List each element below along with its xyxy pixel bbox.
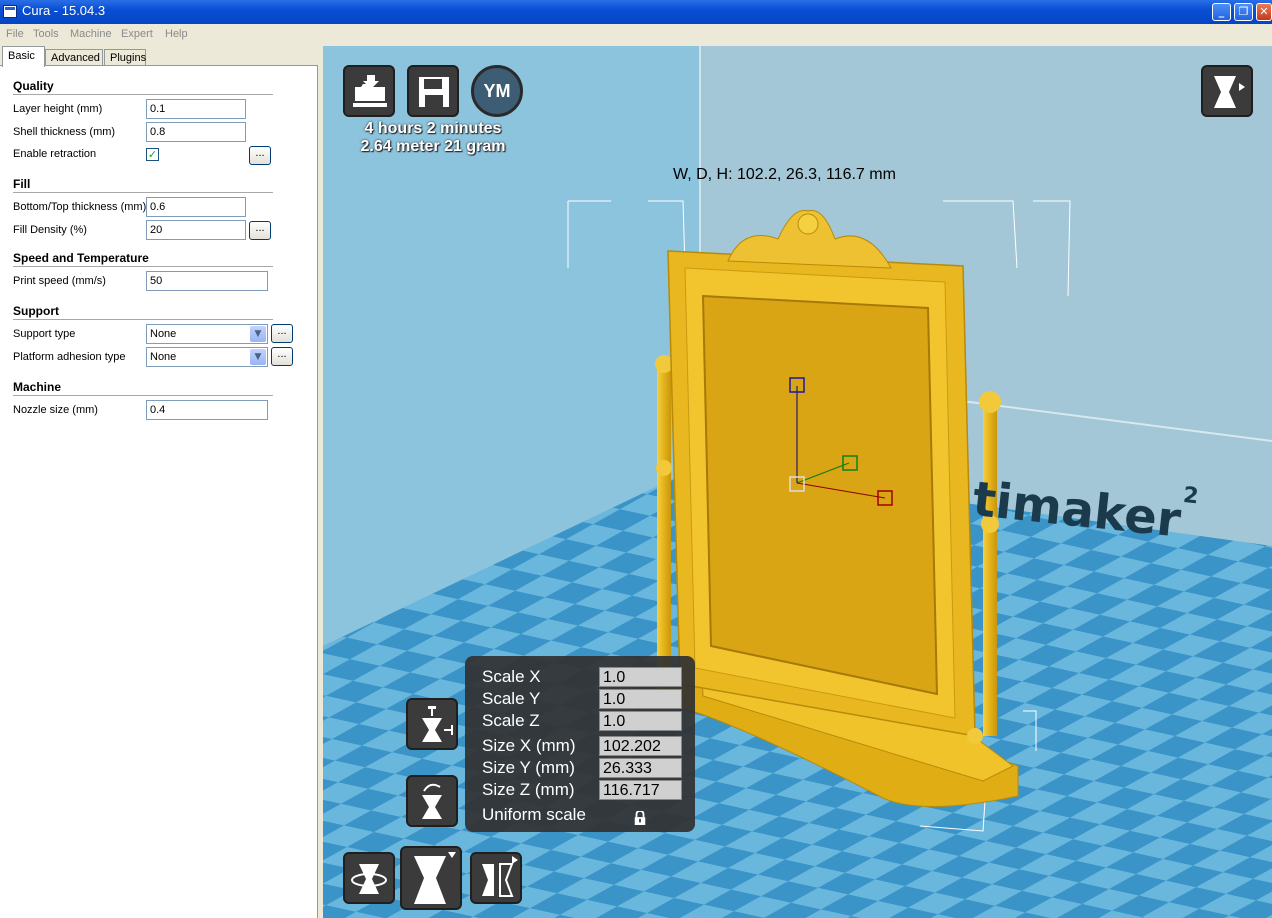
menu-machine[interactable]: Machine <box>70 28 112 40</box>
reset-button[interactable] <box>406 775 458 827</box>
scale-y-input[interactable]: 1.0 <box>599 689 682 709</box>
rotate-tool-button[interactable] <box>343 852 395 904</box>
shell-thickness-label: Shell thickness (mm) <box>13 126 116 138</box>
scale-tool-button[interactable] <box>400 846 462 910</box>
divider <box>13 395 273 396</box>
divider <box>13 192 273 193</box>
print-speed-input[interactable]: 50 <box>146 271 268 291</box>
scale-z-label: Scale Z <box>482 711 540 730</box>
menu-bar: File Tools Machine Expert Help <box>0 24 1272 45</box>
scale-max-icon <box>422 706 453 742</box>
scale-x-input[interactable]: 1.0 <box>599 667 682 687</box>
close-button[interactable]: ✕ <box>1256 3 1272 21</box>
support-type-value: None <box>150 328 177 340</box>
scale-y-label: Scale Y <box>482 689 541 708</box>
divider <box>13 266 273 267</box>
scale-icon <box>414 852 456 904</box>
divider <box>13 319 273 320</box>
bottom-top-label: Bottom/Top thickness (mm) <box>13 201 147 213</box>
print-material: 2.64 meter 21 gram <box>360 138 506 155</box>
layer-height-label: Layer height (mm) <box>13 103 103 115</box>
platform-adhesion-value: None <box>150 351 177 363</box>
youmagine-button[interactable]: YM <box>471 65 523 117</box>
uniform-scale-label: Uniform scale <box>482 805 586 824</box>
reset-icon <box>422 783 442 819</box>
bottom-top-input[interactable]: 0.6 <box>146 197 246 217</box>
fill-more-button[interactable]: ... <box>249 221 271 240</box>
fill-density-label: Fill Density (%) <box>13 224 87 236</box>
menu-help[interactable]: Help <box>165 28 188 40</box>
enable-retraction-checkbox[interactable]: ✓ <box>146 148 159 161</box>
size-y-label: Size Y (mm) <box>482 758 575 777</box>
nozzle-size-label: Nozzle size (mm) <box>13 404 98 416</box>
size-x-label: Size X (mm) <box>482 736 576 755</box>
load-model-button[interactable] <box>343 65 395 117</box>
scale-max-button[interactable] <box>406 698 458 750</box>
print-speed-label: Print speed (mm/s) <box>13 275 106 287</box>
support-type-label: Support type <box>13 328 76 340</box>
lock-icon[interactable] <box>633 811 647 825</box>
size-z-label: Size Z (mm) <box>482 780 575 799</box>
menu-tools[interactable]: Tools <box>33 28 59 40</box>
title-bar: Cura - 15.04.3 _ ❐ ✕ <box>0 0 1272 24</box>
enable-retraction-label: Enable retraction <box>13 148 97 160</box>
section-support: Support <box>13 304 59 318</box>
layer-height-input[interactable]: 0.1 <box>146 99 246 119</box>
brand-sup: 2 <box>1181 483 1200 510</box>
save-disk-icon <box>419 77 449 107</box>
support-type-select[interactable]: None ▼ <box>146 324 268 344</box>
chevron-down-icon: ▼ <box>250 326 266 342</box>
view-mode-icon <box>1214 76 1245 108</box>
save-button[interactable] <box>407 65 459 117</box>
app-icon <box>3 5 17 18</box>
menu-expert[interactable]: Expert <box>121 28 153 40</box>
model-dimensions: W, D, H: 102.2, 26.3, 116.7 mm <box>673 166 896 183</box>
restore-button[interactable]: ❐ <box>1234 3 1253 21</box>
nozzle-size-input[interactable]: 0.4 <box>146 400 268 420</box>
fill-density-input[interactable]: 20 <box>146 220 246 240</box>
window-title: Cura - 15.04.3 <box>22 3 106 18</box>
mirror-tool-button[interactable] <box>470 852 522 904</box>
divider <box>13 94 273 95</box>
tab-basic[interactable]: Basic <box>2 46 45 67</box>
support-more-button[interactable]: ... <box>271 324 293 343</box>
rotate-icon <box>351 864 387 894</box>
load-folder-icon <box>353 75 387 107</box>
size-y-input[interactable]: 26.333 <box>599 758 682 778</box>
scale-panel: Scale X 1.0 Scale Y 1.0 Scale Z 1.0 Size… <box>465 656 695 832</box>
settings-panel: Quality Layer height (mm) 0.1 Shell thic… <box>0 65 318 918</box>
platform-adhesion-select[interactable]: None ▼ <box>146 347 268 367</box>
section-fill: Fill <box>13 177 31 191</box>
menu-file[interactable]: File <box>6 28 24 40</box>
scale-z-input[interactable]: 1.0 <box>599 711 682 731</box>
view-mode-button[interactable] <box>1201 65 1253 117</box>
size-z-input[interactable]: 116.717 <box>599 780 682 800</box>
shell-thickness-input[interactable]: 0.8 <box>146 122 246 142</box>
mirror-icon <box>482 856 518 897</box>
size-x-input[interactable]: 102.202 <box>599 736 682 756</box>
adhesion-more-button[interactable]: ... <box>271 347 293 366</box>
print-time: 4 hours 2 minutes <box>364 120 502 137</box>
minimize-button[interactable]: _ <box>1212 3 1231 21</box>
section-speed: Speed and Temperature <box>13 251 149 265</box>
section-quality: Quality <box>13 79 54 93</box>
section-machine: Machine <box>13 380 62 394</box>
scale-x-label: Scale X <box>482 667 541 686</box>
platform-adhesion-label: Platform adhesion type <box>13 351 126 363</box>
retraction-more-button[interactable]: ... <box>249 146 271 165</box>
chevron-down-icon: ▼ <box>250 349 266 365</box>
